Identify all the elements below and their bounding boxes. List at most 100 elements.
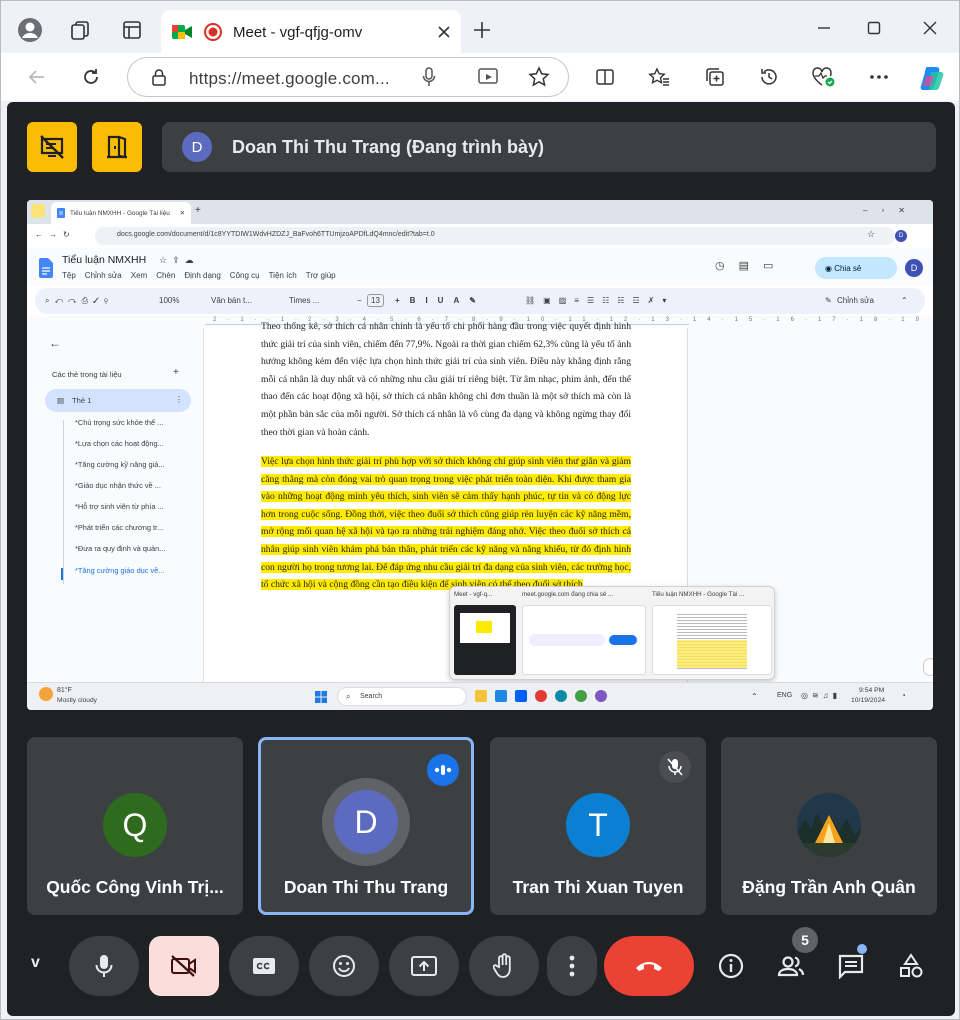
shared-menu-item: Xem (130, 271, 148, 280)
shared-menu-item: Chèn (156, 271, 176, 280)
shared-outline-item-active: *Tăng cường giáo dục về... (75, 566, 165, 575)
camera-off-button[interactable] (149, 936, 219, 996)
people-button[interactable]: 5 (767, 927, 818, 990)
speaking-indicator-icon (427, 754, 459, 786)
leave-presentation-button[interactable] (92, 122, 142, 172)
store-icon (495, 690, 507, 702)
file-explorer-icon (475, 690, 487, 702)
shared-menu-item: Tệp (62, 271, 76, 280)
shared-outline-item: *Phát triển các chương tr... (75, 523, 164, 532)
shared-window-controls-icon: –▫✕ (863, 206, 919, 215)
shared-font: Times ... (289, 296, 320, 305)
tab-meet[interactable]: Meet - vgf-qfjg-omv (161, 10, 461, 54)
microphone-icon[interactable] (422, 67, 436, 87)
shared-paragraph-icons: ⛓▣▨≡☰☷☵☲✗▾ (525, 296, 675, 305)
mic-off-icon (659, 751, 691, 783)
close-window-button[interactable] (915, 13, 945, 43)
weather-desc: Mostly cloudy (57, 697, 97, 704)
vertical-tabs-icon (123, 21, 141, 39)
back-button[interactable] (21, 61, 53, 93)
leave-call-button[interactable] (604, 936, 694, 996)
close-icon (923, 21, 937, 35)
edge-icon (555, 690, 567, 702)
split-screen-icon (596, 69, 614, 85)
history-button[interactable] (753, 61, 785, 93)
close-tab-icon[interactable] (437, 25, 451, 39)
participant-avatar: D (334, 790, 398, 854)
door-exit-icon (107, 135, 127, 159)
workspaces-button[interactable] (63, 13, 97, 47)
shared-star-icon: ☆ (867, 229, 876, 239)
favorite-star-icon[interactable] (528, 66, 550, 88)
shared-menu-bar: Tệp Chỉnh sửa Xem Chèn Định dạng Công cụ… (62, 271, 336, 280)
meeting-info-button[interactable] (707, 942, 755, 990)
favorites-button[interactable] (643, 61, 675, 93)
shared-mode: Chỉnh sửa (837, 296, 874, 305)
shared-nav-icons: ←→↻ (35, 230, 76, 239)
participant-tile[interactable]: Q Quốc Công Vinh Trị... (27, 737, 243, 915)
participant-name: Quốc Công Vinh Trị... (46, 877, 224, 897)
collections-button[interactable] (699, 61, 731, 93)
shared-outline-item: *Chú trọng sức khỏe thể ... (75, 418, 164, 427)
participant-tile-speaking[interactable]: D Doan Thi Thu Trang (258, 737, 474, 915)
shared-outline: ← Các thẻ trong tài liệu + ▤ Thẻ 1 ⋮ *Ch… (27, 328, 203, 682)
weather-icon (39, 687, 53, 701)
microphone-button[interactable] (69, 936, 139, 996)
vertical-tabs-button[interactable] (115, 13, 149, 47)
shared-size-minus-icon: − (357, 296, 362, 305)
browser-essentials-button[interactable] (807, 61, 839, 93)
info-icon (718, 953, 744, 979)
settings-more-button[interactable] (863, 61, 895, 93)
presenter-label: Doan Thi Thu Trang (Đang trình bày) (232, 136, 544, 157)
split-screen-button[interactable] (589, 61, 621, 93)
more-options-chevron[interactable]: v (31, 954, 40, 972)
more-options-button[interactable] (547, 936, 597, 996)
shared-profile-avatar: D (895, 230, 907, 242)
windows-start-icon (315, 691, 327, 703)
shared-preview-label: Meet - vgf-q... (454, 591, 493, 598)
heart-pulse-icon (812, 67, 835, 87)
participant-tile[interactable]: Đặng Trần Anh Quân (721, 737, 937, 915)
minimize-button[interactable] (809, 13, 839, 43)
maximize-button[interactable] (859, 13, 889, 43)
tab-strip: Meet - vgf-qfjg-omv (1, 1, 959, 57)
shared-tab-title: Tiểu luận NMXHH - Google Tài liệu (70, 209, 170, 217)
present-screen-button[interactable] (389, 936, 459, 996)
raise-hand-button[interactable] (469, 936, 539, 996)
reload-button[interactable] (75, 61, 107, 93)
address-bar[interactable]: https://meet.google.com... (127, 57, 569, 97)
lock-icon[interactable] (151, 68, 167, 86)
minimize-icon (818, 27, 830, 29)
shared-outline-item: *Lựa chọn các hoạt động... (75, 439, 164, 448)
participant-tile[interactable]: T Tran Thi Xuan Tuyen (490, 737, 706, 915)
reactions-button[interactable] (309, 936, 379, 996)
shared-size: 13 (367, 294, 384, 307)
more-horizontal-icon (870, 75, 888, 79)
new-tab-button[interactable] (467, 15, 497, 45)
shared-highlighted-text: Việc lựa chọn hình thức giải trí phù hợp… (261, 456, 631, 591)
participant-avatar-photo (797, 793, 861, 857)
hide-presentation-button[interactable] (27, 122, 77, 172)
profile-button[interactable] (13, 13, 47, 47)
closed-captions-icon (253, 958, 275, 974)
more-vertical-icon (569, 955, 575, 977)
emoji-icon (333, 955, 355, 977)
shared-outline-item: *Đưa ra quy định và quản... (75, 544, 166, 553)
present-screen-icon (411, 956, 437, 976)
shared-tab-close-icon: ✕ (179, 210, 185, 217)
participant-tiles: Q Quốc Công Vinh Trị... D Doan Thi Thu T… (27, 737, 937, 915)
chrome-icon (535, 690, 547, 702)
chrome-active-icon (575, 690, 587, 702)
arrow-left-icon (28, 70, 44, 84)
url-text: https://meet.google.com... (189, 69, 390, 88)
shared-tab-more-icon: ⋮ (175, 395, 183, 404)
microphone-icon (95, 955, 113, 977)
captions-button[interactable] (229, 936, 299, 996)
participant-name: Đặng Trần Anh Quân (742, 877, 916, 897)
people-count-badge: 5 (792, 927, 818, 953)
chat-button[interactable] (827, 942, 875, 990)
activities-button[interactable] (887, 942, 935, 990)
cast-icon[interactable] (478, 67, 500, 87)
copilot-button[interactable] (915, 61, 949, 95)
windows-search-box: ⌕ Search (337, 687, 467, 706)
